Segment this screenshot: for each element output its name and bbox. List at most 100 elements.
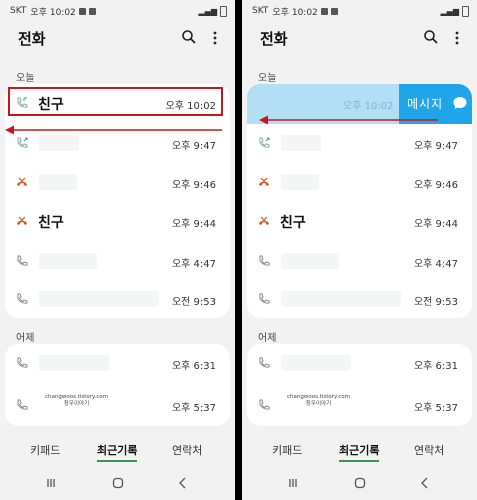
carrier-label: SKT xyxy=(10,6,27,16)
call-time: 오후 6:31 xyxy=(171,361,216,372)
section-today: 오늘 xyxy=(258,73,277,84)
tab-keypad[interactable]: 키패드 xyxy=(30,442,60,458)
right-phone-screen: SKT 오후 10:02 ▂▄▆ 전화 오늘 오후 10:02 메시지 오후 9… xyxy=(242,0,477,500)
call-log-row[interactable]: 오전 9:53 xyxy=(247,280,472,318)
missed-call-icon xyxy=(259,177,269,186)
call-time: 오후 9:44 xyxy=(171,219,216,230)
incoming-call-icon xyxy=(17,399,28,410)
missed-call-icon xyxy=(17,177,27,186)
call-log-row[interactable]: changwoos.tistory.com 창우이야기 오후 5:37 xyxy=(5,386,230,424)
highlight-box xyxy=(8,87,223,116)
tab-keypad[interactable]: 키패드 xyxy=(272,442,302,458)
caller-name xyxy=(281,174,319,190)
system-nav-bar xyxy=(0,474,235,494)
call-time: 오후 4:47 xyxy=(413,259,458,270)
watermark: changwoos.tistory.com 창우이야기 xyxy=(287,394,350,408)
caller-name xyxy=(281,355,351,371)
today-call-list: 친구 오후 10:02 오후 9:47 오후 9:46 친구 오후 9:44 오… xyxy=(5,84,230,318)
missed-call-icon xyxy=(259,216,269,225)
status-icons: ▂▄▆ xyxy=(198,5,227,17)
call-log-row[interactable]: 친구 오후 9:44 xyxy=(247,202,472,240)
signal-icon: ▂▄▆ xyxy=(440,6,459,16)
call-time: 오후 5:37 xyxy=(171,403,216,414)
tab-recents[interactable]: 최근기록 xyxy=(339,442,380,462)
carrier-label: SKT xyxy=(252,6,269,16)
watermark-name: 창우이야기 xyxy=(63,401,90,408)
recent-apps-icon[interactable] xyxy=(44,476,58,490)
back-icon[interactable] xyxy=(418,476,432,490)
call-time: 오후 4:47 xyxy=(171,259,216,270)
call-time: 오후 9:47 xyxy=(171,141,216,152)
status-bar: SKT 오후 10:02 ▂▄▆ xyxy=(10,4,227,18)
status-time: 오후 10:02 xyxy=(30,7,76,18)
watermark: changwoos.tistory.com 창우이야기 xyxy=(45,394,108,408)
caller-name xyxy=(39,135,79,151)
battery-icon xyxy=(462,5,469,17)
home-icon[interactable] xyxy=(353,476,367,490)
message-action-label: 메시지 xyxy=(407,97,444,111)
call-time: 오후 9:47 xyxy=(413,141,458,152)
call-time: 오후 9:46 xyxy=(413,180,458,191)
back-icon[interactable] xyxy=(176,476,190,490)
call-time: 오후 9:46 xyxy=(171,180,216,191)
outgoing-call-icon xyxy=(17,137,28,148)
bottom-tabs: 키패드 최근기록 연락처 xyxy=(0,442,235,464)
caller-name: 친구 xyxy=(280,215,306,231)
incoming-call-icon xyxy=(259,357,270,368)
caller-name xyxy=(281,135,321,151)
signal-icon: ▂▄▆ xyxy=(198,6,217,16)
page-title: 전화 xyxy=(260,30,288,48)
incoming-call-icon xyxy=(17,255,28,266)
swipe-left-arrow xyxy=(259,115,438,125)
outgoing-call-icon xyxy=(17,293,28,304)
section-today: 오늘 xyxy=(16,73,35,84)
search-icon[interactable] xyxy=(181,29,197,45)
tab-recents[interactable]: 최근기록 xyxy=(97,442,138,462)
call-log-row[interactable]: changwoos.tistory.com 창우이야기 오후 5:37 xyxy=(247,386,472,424)
call-log-row[interactable]: 오후 6:31 xyxy=(5,344,230,382)
missed-call-icon xyxy=(17,216,27,225)
watermark-name: 창우이야기 xyxy=(305,401,332,408)
call-time: 오전 9:53 xyxy=(413,297,458,308)
status-icons: ▂▄▆ xyxy=(440,5,469,17)
caller-name xyxy=(39,174,77,190)
outgoing-call-icon xyxy=(259,137,270,148)
notification-icon xyxy=(78,7,86,15)
call-log-row[interactable]: 오후 4:47 xyxy=(5,242,230,280)
incoming-call-icon xyxy=(17,357,28,368)
left-phone-screen: SKT 오후 10:02 ▂▄▆ 전화 오늘 친구 오후 10:02 오후 9:… xyxy=(0,0,235,500)
search-icon[interactable] xyxy=(423,29,439,45)
call-log-row[interactable]: 오후 6:31 xyxy=(247,344,472,382)
section-yesterday: 어제 xyxy=(16,333,35,344)
notification-icon xyxy=(88,7,96,15)
more-options-icon[interactable] xyxy=(451,30,463,46)
system-nav-bar xyxy=(242,474,477,494)
yesterday-call-list: 오후 6:31 changwoos.tistory.com 창우이야기 오후 5… xyxy=(5,344,230,426)
call-time: 오후 10:02 xyxy=(343,101,394,112)
caller-name xyxy=(39,355,109,371)
call-log-row[interactable]: 오후 9:46 xyxy=(247,163,472,201)
yesterday-call-list: 오후 6:31 changwoos.tistory.com 창우이야기 오후 5… xyxy=(247,344,472,426)
tab-contacts[interactable]: 연락처 xyxy=(172,442,202,458)
page-title: 전화 xyxy=(18,30,46,48)
incoming-call-icon xyxy=(259,399,270,410)
call-log-row[interactable]: 오후 9:46 xyxy=(5,163,230,201)
call-log-row[interactable]: 오후 9:47 xyxy=(247,124,472,162)
notification-icon xyxy=(330,7,338,15)
recent-apps-icon[interactable] xyxy=(286,476,300,490)
home-icon[interactable] xyxy=(111,476,125,490)
status-bar: SKT 오후 10:02 ▂▄▆ xyxy=(252,4,469,18)
caller-name xyxy=(281,291,401,307)
call-log-row[interactable]: 오후 4:47 xyxy=(247,242,472,280)
call-log-row[interactable]: 오전 9:53 xyxy=(5,280,230,318)
call-time: 오전 9:53 xyxy=(171,297,216,308)
call-log-row[interactable]: 친구 오후 9:44 xyxy=(5,202,230,240)
status-time: 오후 10:02 xyxy=(272,7,318,18)
caller-name: 친구 xyxy=(38,215,64,231)
more-options-icon[interactable] xyxy=(209,30,221,46)
battery-icon xyxy=(220,5,227,17)
tab-contacts[interactable]: 연락처 xyxy=(414,442,444,458)
call-time: 오후 5:37 xyxy=(413,403,458,414)
swipe-left-arrow xyxy=(5,125,222,135)
section-yesterday: 어제 xyxy=(258,333,277,344)
